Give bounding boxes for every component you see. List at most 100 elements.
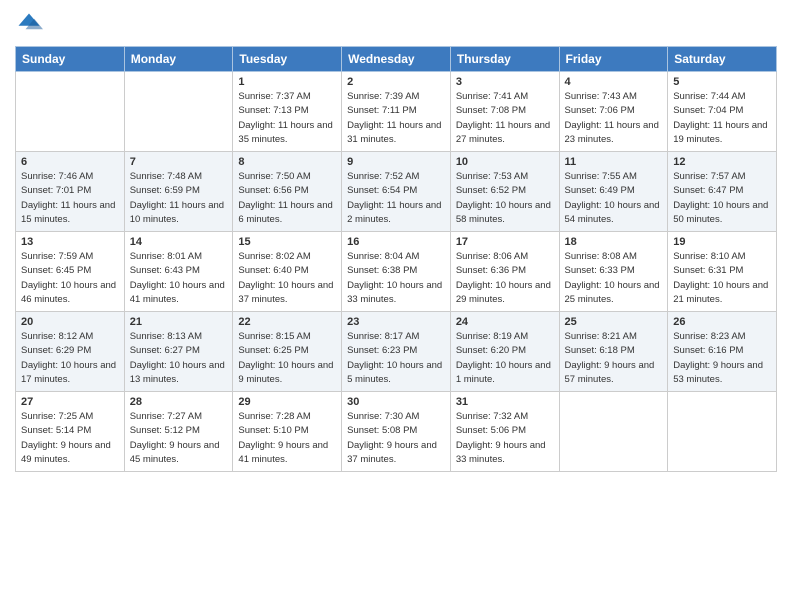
day-number: 3 (456, 76, 554, 88)
day-number: 10 (456, 156, 554, 168)
day-cell (668, 392, 777, 472)
day-number: 17 (456, 236, 554, 248)
day-cell: 15 Sunrise: 8:02 AMSunset: 6:40 PMDayligh… (233, 232, 342, 312)
day-info: Sunrise: 8:12 AMSunset: 6:29 PMDaylight:… (21, 330, 119, 387)
day-info: Sunrise: 8:04 AMSunset: 6:38 PMDaylight:… (347, 250, 445, 307)
day-info: Sunrise: 7:59 AMSunset: 6:45 PMDaylight:… (21, 250, 119, 307)
day-number: 31 (456, 396, 554, 408)
header-friday: Friday (559, 47, 668, 72)
day-number: 27 (21, 396, 119, 408)
day-cell: 1 Sunrise: 7:37 AMSunset: 7:13 PMDaylight… (233, 72, 342, 152)
day-number: 14 (130, 236, 228, 248)
day-number: 28 (130, 396, 228, 408)
day-number: 26 (673, 316, 771, 328)
header-thursday: Thursday (450, 47, 559, 72)
day-cell: 28 Sunrise: 7:27 AMSunset: 5:12 PMDayligh… (124, 392, 233, 472)
day-cell: 20 Sunrise: 8:12 AMSunset: 6:29 PMDayligh… (16, 312, 125, 392)
day-number: 9 (347, 156, 445, 168)
day-cell: 18 Sunrise: 8:08 AMSunset: 6:33 PMDayligh… (559, 232, 668, 312)
header-wednesday: Wednesday (342, 47, 451, 72)
calendar-header-row: SundayMondayTuesdayWednesdayThursdayFrid… (16, 47, 777, 72)
day-cell: 9 Sunrise: 7:52 AMSunset: 6:54 PMDaylight… (342, 152, 451, 232)
day-cell: 16 Sunrise: 8:04 AMSunset: 6:38 PMDayligh… (342, 232, 451, 312)
day-info: Sunrise: 7:53 AMSunset: 6:52 PMDaylight:… (456, 170, 554, 227)
day-number: 2 (347, 76, 445, 88)
day-number: 1 (238, 76, 336, 88)
calendar-body: 1 Sunrise: 7:37 AMSunset: 7:13 PMDaylight… (16, 72, 777, 472)
day-number: 13 (21, 236, 119, 248)
day-info: Sunrise: 7:50 AMSunset: 6:56 PMDaylight:… (238, 170, 336, 227)
day-cell: 12Sunrise: 7:57 AMSunset: 6:47 PMDayligh… (668, 152, 777, 232)
day-cell: 21Sunrise: 8:13 AMSunset: 6:27 PMDayligh… (124, 312, 233, 392)
day-cell: 3 Sunrise: 7:41 AMSunset: 7:08 PMDaylight… (450, 72, 559, 152)
day-info: Sunrise: 8:15 AMSunset: 6:25 PMDaylight:… (238, 330, 336, 387)
day-number: 12 (673, 156, 771, 168)
day-cell: 29 Sunrise: 7:28 AMSunset: 5:10 PMDayligh… (233, 392, 342, 472)
day-cell: 8 Sunrise: 7:50 AMSunset: 6:56 PMDaylight… (233, 152, 342, 232)
day-cell: 2 Sunrise: 7:39 AMSunset: 7:11 PMDaylight… (342, 72, 451, 152)
day-info: Sunrise: 8:23 AMSunset: 6:16 PMDaylight:… (673, 330, 771, 387)
day-number: 5 (673, 76, 771, 88)
day-number: 16 (347, 236, 445, 248)
day-info: Sunrise: 7:28 AMSunset: 5:10 PMDaylight:… (238, 410, 336, 467)
day-info: Sunrise: 7:44 AMSunset: 7:04 PMDaylight:… (673, 90, 771, 147)
week-row-0: 1 Sunrise: 7:37 AMSunset: 7:13 PMDaylight… (16, 72, 777, 152)
day-info: Sunrise: 8:08 AMSunset: 6:33 PMDaylight:… (565, 250, 663, 307)
day-info: Sunrise: 8:17 AMSunset: 6:23 PMDaylight:… (347, 330, 445, 387)
day-cell: 31 Sunrise: 7:32 AMSunset: 5:06 PMDayligh… (450, 392, 559, 472)
day-cell: 4Sunrise: 7:43 AMSunset: 7:06 PMDaylight… (559, 72, 668, 152)
day-info: Sunrise: 7:46 AMSunset: 7:01 PMDaylight:… (21, 170, 119, 227)
day-info: Sunrise: 8:06 AMSunset: 6:36 PMDaylight:… (456, 250, 554, 307)
day-cell: 26 Sunrise: 8:23 AMSunset: 6:16 PMDayligh… (668, 312, 777, 392)
day-number: 8 (238, 156, 336, 168)
week-row-1: 6 Sunrise: 7:46 AMSunset: 7:01 PMDaylight… (16, 152, 777, 232)
day-cell: 30 Sunrise: 7:30 AMSunset: 5:08 PMDayligh… (342, 392, 451, 472)
day-number: 22 (238, 316, 336, 328)
day-info: Sunrise: 7:52 AMSunset: 6:54 PMDaylight:… (347, 170, 445, 227)
day-info: Sunrise: 7:55 AMSunset: 6:49 PMDaylight:… (565, 170, 663, 227)
day-number: 30 (347, 396, 445, 408)
page-header (15, 10, 777, 38)
day-info: Sunrise: 8:13 AMSunset: 6:27 PMDaylight:… (130, 330, 228, 387)
day-info: Sunrise: 7:41 AMSunset: 7:08 PMDaylight:… (456, 90, 554, 147)
day-cell: 13 Sunrise: 7:59 AMSunset: 6:45 PMDayligh… (16, 232, 125, 312)
logo-icon (15, 10, 43, 38)
day-number: 7 (130, 156, 228, 168)
day-cell: 23 Sunrise: 8:17 AMSunset: 6:23 PMDayligh… (342, 312, 451, 392)
day-info: Sunrise: 8:01 AMSunset: 6:43 PMDaylight:… (130, 250, 228, 307)
day-info: Sunrise: 7:27 AMSunset: 5:12 PMDaylight:… (130, 410, 228, 467)
day-cell: 7Sunrise: 7:48 AMSunset: 6:59 PMDaylight… (124, 152, 233, 232)
day-number: 18 (565, 236, 663, 248)
calendar-table: SundayMondayTuesdayWednesdayThursdayFrid… (15, 46, 777, 472)
day-info: Sunrise: 7:25 AMSunset: 5:14 PMDaylight:… (21, 410, 119, 467)
day-number: 6 (21, 156, 119, 168)
day-cell: 25 Sunrise: 8:21 AMSunset: 6:18 PMDayligh… (559, 312, 668, 392)
day-cell: 17 Sunrise: 8:06 AMSunset: 6:36 PMDayligh… (450, 232, 559, 312)
day-cell (124, 72, 233, 152)
day-info: Sunrise: 8:02 AMSunset: 6:40 PMDaylight:… (238, 250, 336, 307)
day-info: Sunrise: 7:32 AMSunset: 5:06 PMDaylight:… (456, 410, 554, 467)
day-cell: 11 Sunrise: 7:55 AMSunset: 6:49 PMDayligh… (559, 152, 668, 232)
day-number: 15 (238, 236, 336, 248)
header-saturday: Saturday (668, 47, 777, 72)
day-number: 23 (347, 316, 445, 328)
day-cell: 19Sunrise: 8:10 AMSunset: 6:31 PMDayligh… (668, 232, 777, 312)
day-number: 20 (21, 316, 119, 328)
day-cell: 10 Sunrise: 7:53 AMSunset: 6:52 PMDayligh… (450, 152, 559, 232)
week-row-2: 13 Sunrise: 7:59 AMSunset: 6:45 PMDayligh… (16, 232, 777, 312)
day-cell: 14 Sunrise: 8:01 AMSunset: 6:43 PMDayligh… (124, 232, 233, 312)
day-info: Sunrise: 7:37 AMSunset: 7:13 PMDaylight:… (238, 90, 336, 147)
day-info: Sunrise: 8:21 AMSunset: 6:18 PMDaylight:… (565, 330, 663, 387)
day-info: Sunrise: 7:39 AMSunset: 7:11 PMDaylight:… (347, 90, 445, 147)
day-number: 25 (565, 316, 663, 328)
week-row-3: 20 Sunrise: 8:12 AMSunset: 6:29 PMDayligh… (16, 312, 777, 392)
day-number: 29 (238, 396, 336, 408)
day-info: Sunrise: 7:30 AMSunset: 5:08 PMDaylight:… (347, 410, 445, 467)
header-sunday: Sunday (16, 47, 125, 72)
day-number: 11 (565, 156, 663, 168)
day-number: 24 (456, 316, 554, 328)
day-cell: 24 Sunrise: 8:19 AMSunset: 6:20 PMDayligh… (450, 312, 559, 392)
header-tuesday: Tuesday (233, 47, 342, 72)
day-info: Sunrise: 8:19 AMSunset: 6:20 PMDaylight:… (456, 330, 554, 387)
day-cell (559, 392, 668, 472)
